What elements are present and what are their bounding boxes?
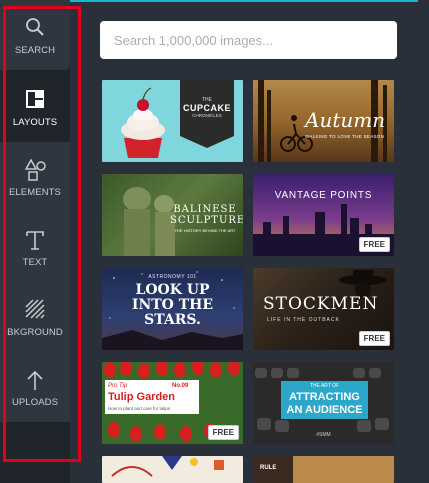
template-text: WALKING TO LOVE THE SEASON [305, 134, 385, 139]
uploads-icon [27, 370, 43, 390]
sidebar-item-label: UPLOADS [11, 397, 59, 408]
scrollbar[interactable] [418, 0, 429, 483]
template-text: STOCKMEN [263, 294, 379, 314]
accent-top-line [70, 0, 429, 2]
template-thumbnail-tulip-garden[interactable]: Pro Tip No.09 Tulip Garden How to plant … [102, 362, 243, 444]
template-text: THE ART OF [309, 383, 340, 389]
sidebar-item-text[interactable]: TEXT [0, 212, 70, 282]
illustration-image [111, 456, 224, 477]
template-title: BALINESE SCULPTURE THE HISTORY BEHIND TH… [170, 204, 243, 233]
template-text: SCULPTURE [170, 215, 243, 226]
sidebar-item-label: ELEMENTS [8, 187, 61, 198]
template-thumbnail-balinese[interactable]: BALINESE SCULPTURE THE HISTORY BEHIND TH… [102, 174, 243, 256]
layouts-icon [26, 90, 44, 108]
template-text: INTO THE [131, 297, 214, 313]
template-thumbnail-stockmen[interactable]: STOCKMEN LIFE IN THE OUTBACK FREE [253, 268, 394, 350]
template-text: BALINESE [173, 204, 237, 215]
template-text: CHRONICLES [192, 113, 222, 118]
template-text: Tulip Garden [108, 391, 176, 403]
free-badge: FREE [207, 425, 239, 440]
template-text: ATTRACTING [289, 391, 360, 403]
template-text: How to plant and care for tulips [108, 406, 171, 411]
sidebar-item-label: BKGROUND [7, 327, 63, 338]
template-text: ASTRONOMY 101 [148, 274, 197, 280]
template-text: LOOK UP [135, 282, 210, 298]
template-text: LIFE IN THE OUTBACK [267, 317, 340, 323]
banner-point [180, 136, 234, 148]
template-thumbnail-rule[interactable]: RULE [253, 456, 394, 483]
search-icon [26, 18, 44, 36]
elements-icon [25, 159, 46, 181]
background-icon [25, 299, 45, 319]
template-text: AN AUDIENCE [286, 404, 363, 416]
search-input[interactable] [100, 21, 397, 59]
sidebar: SEARCH LAYOUTS ELEMENTS TEXT BKGROUND UP… [0, 0, 70, 483]
sidebar-item-layouts[interactable]: LAYOUTS [0, 72, 70, 142]
template-text: CUPCAKE [182, 103, 231, 113]
template-text: Pro Tip [108, 383, 128, 389]
template-text: #SMM [316, 432, 331, 438]
template-title-banner: THE CUPCAKE CHRONICLES [180, 80, 234, 136]
template-thumbnail-autumn[interactable]: Autumn WALKING TO LOVE THE SEASON [253, 80, 394, 162]
template-thumbnail-illustration[interactable] [102, 456, 243, 483]
sidebar-item-label: SEARCH [14, 45, 56, 56]
text-icon [26, 231, 44, 250]
template-thumbnail-audience[interactable]: THE ART OF ATTRACTING AN AUDIENCE #SMM [253, 362, 394, 444]
sidebar-item-search[interactable]: SEARCH [0, 0, 70, 70]
template-thumbnail-cupcake[interactable]: THE CUPCAKE CHRONICLES [102, 80, 243, 162]
template-thumbnail-astronomy[interactable]: ASTRONOMY 101 LOOK UP INTO THE STARS. [102, 268, 243, 350]
free-badge: FREE [358, 331, 390, 346]
template-thumbnail-vantage-points[interactable]: VANTAGE POINTS FREE [253, 174, 394, 256]
template-text: VANTAGE POINTS [274, 190, 373, 201]
sidebar-item-label: TEXT [22, 257, 48, 268]
template-text: STARS. [144, 312, 201, 328]
sidebar-item-background[interactable]: BKGROUND [0, 282, 70, 352]
template-title: LOOK UP INTO THE STARS. [102, 283, 243, 328]
sidebar-item-uploads[interactable]: UPLOADS [0, 352, 70, 422]
sidebar-item-label: LAYOUTS [12, 117, 58, 128]
template-text: Autumn [305, 108, 386, 132]
sidebar-item-elements[interactable]: ELEMENTS [0, 142, 70, 212]
free-badge: FREE [358, 237, 390, 252]
template-text: No.09 [172, 383, 189, 389]
template-text: RULE [260, 465, 277, 471]
template-text: THE HISTORY BEHIND THE ART [174, 228, 236, 233]
